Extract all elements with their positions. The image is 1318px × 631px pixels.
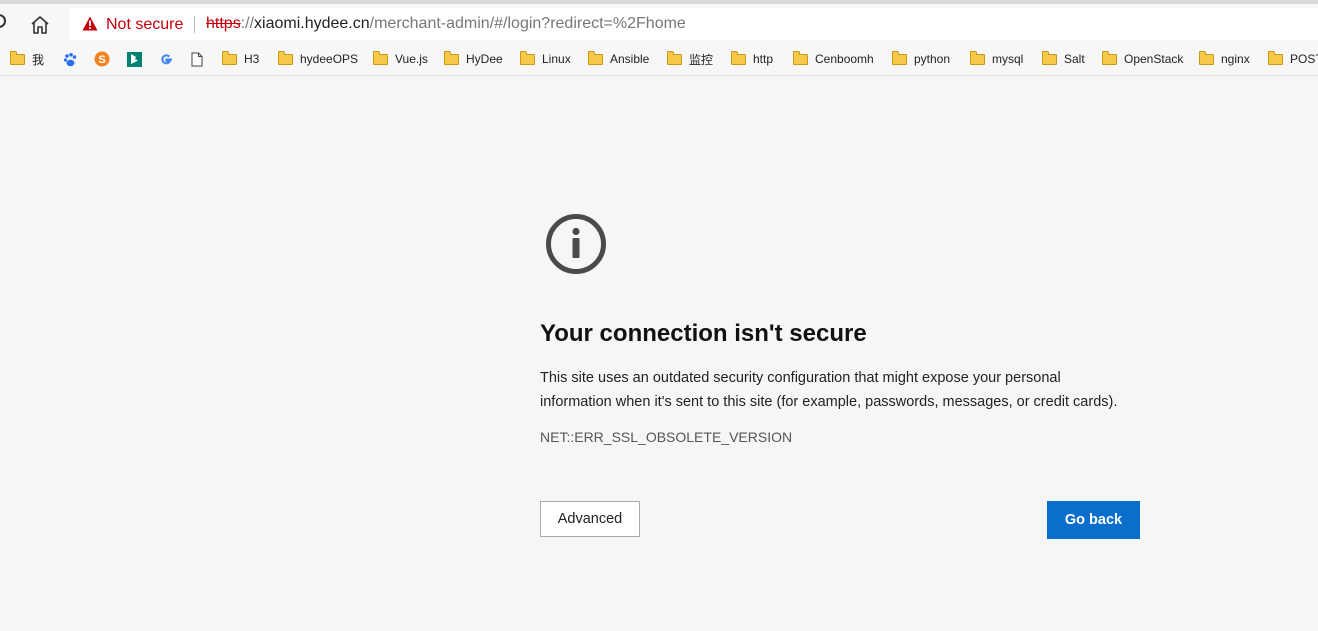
- bookmark-linux[interactable]: Linux: [520, 50, 571, 68]
- error-code: NET::ERR_SSL_OBSOLETE_VERSION: [540, 429, 793, 445]
- bookmark-label: Vue.js: [395, 52, 428, 66]
- folder-icon: [970, 50, 985, 65]
- not-secure-label[interactable]: Not secure: [106, 16, 183, 34]
- bookmark-bing[interactable]: [126, 50, 148, 68]
- home-button[interactable]: [28, 13, 52, 37]
- bookmark-label: http: [753, 52, 774, 66]
- baidu-icon: [62, 51, 78, 67]
- svg-text:S: S: [98, 54, 105, 66]
- bookmark-hydee[interactable]: HyDee: [444, 50, 503, 68]
- advanced-button[interactable]: Advanced: [540, 501, 640, 537]
- bookmark-nginx[interactable]: nginx: [1199, 50, 1250, 68]
- bookmark-label: Ansible: [610, 52, 650, 66]
- go-back-button[interactable]: Go back: [1047, 501, 1140, 539]
- bookmark-label: OpenStack: [1124, 52, 1184, 66]
- error-description-line: information when it's sent to this site …: [540, 394, 1118, 410]
- bookmark-label: nginx: [1221, 52, 1250, 66]
- bookmark-mysql[interactable]: mysql: [970, 50, 1023, 68]
- bookmark-label: hydeeOPS: [300, 52, 359, 66]
- url-scheme: https: [206, 15, 241, 32]
- url-path: /merchant-admin/#/login?redirect=%2Fhome: [369, 15, 686, 32]
- folder-icon: [520, 50, 535, 65]
- bookmark-page[interactable]: [189, 50, 211, 68]
- bookmark-http[interactable]: http: [731, 50, 773, 68]
- folder-icon: [222, 50, 237, 65]
- folder-icon: [444, 50, 459, 65]
- url-host: xiaomi.hydee.cn: [254, 15, 370, 32]
- sogou-icon: S: [94, 51, 110, 67]
- page-icon: [189, 51, 205, 67]
- bookmark-h3[interactable]: H3: [222, 50, 259, 68]
- bookmark-label: H3: [244, 52, 260, 66]
- bookmark-wo[interactable]: 我: [10, 50, 44, 68]
- folder-icon: [731, 50, 746, 65]
- bookmark-label: Salt: [1064, 52, 1085, 66]
- bookmark-baidu[interactable]: [62, 50, 84, 68]
- bookmark-google[interactable]: [158, 50, 180, 68]
- folder-icon: [588, 50, 603, 65]
- folder-icon: [1199, 50, 1214, 65]
- bookmark-label: POST: [1290, 52, 1318, 66]
- refresh-icon[interactable]: [0, 14, 6, 28]
- bookmark-label: 我: [32, 52, 45, 67]
- bookmark-label: Cenboomh: [815, 52, 874, 66]
- bing-icon: [126, 51, 142, 67]
- url-text[interactable]: https://xiaomi.hydee.cn/merchant-admin/#…: [206, 15, 686, 33]
- folder-icon: [1268, 50, 1283, 65]
- bookmark-salt[interactable]: Salt: [1042, 50, 1085, 68]
- folder-icon: [10, 50, 25, 65]
- bookmark-ansible[interactable]: Ansible: [588, 50, 649, 68]
- address-separator: [194, 16, 195, 33]
- bookmark-label: mysql: [992, 52, 1024, 66]
- browser-toolbar: Not secure https://xiaomi.hydee.cn/merch…: [0, 4, 1318, 42]
- folder-icon: [793, 50, 808, 65]
- bookmark-hydeeops[interactable]: hydeeOPS: [278, 50, 358, 68]
- folder-icon: [373, 50, 388, 65]
- bookmarks-bar: 我 S H3 hydeeOPS Vue.js HyDee Linux Ansib…: [0, 42, 1318, 76]
- bookmark-post[interactable]: POST: [1268, 50, 1318, 68]
- warning-icon: [82, 16, 98, 31]
- error-description-line: This site uses an outdated security conf…: [540, 370, 1061, 386]
- bookmark-label: Linux: [542, 52, 571, 66]
- bookmark-cenboomh[interactable]: Cenboomh: [793, 50, 874, 68]
- bookmark-label: python: [914, 52, 951, 66]
- folder-icon: [892, 50, 907, 65]
- folder-icon: [667, 50, 682, 65]
- bookmark-jiankong[interactable]: 监控: [667, 50, 713, 68]
- folder-icon: [1042, 50, 1057, 65]
- error-description: This site uses an outdated security conf…: [540, 366, 1160, 414]
- url-scheme-separator: ://: [240, 15, 255, 32]
- info-icon: [546, 214, 606, 274]
- bookmark-openstack[interactable]: OpenStack: [1102, 50, 1183, 68]
- page-title: Your connection isn't secure: [540, 320, 867, 347]
- bookmark-label: 监控: [689, 52, 714, 67]
- home-icon: [31, 16, 49, 34]
- folder-icon: [1102, 50, 1117, 65]
- bookmark-python[interactable]: python: [892, 50, 950, 68]
- bookmark-label: HyDee: [466, 52, 503, 66]
- address-bar[interactable]: Not secure https://xiaomi.hydee.cn/merch…: [70, 8, 1318, 40]
- google-icon: [158, 51, 174, 67]
- bookmark-sogou[interactable]: S: [94, 50, 116, 68]
- folder-icon: [278, 50, 293, 65]
- bookmark-vuejs[interactable]: Vue.js: [373, 50, 428, 68]
